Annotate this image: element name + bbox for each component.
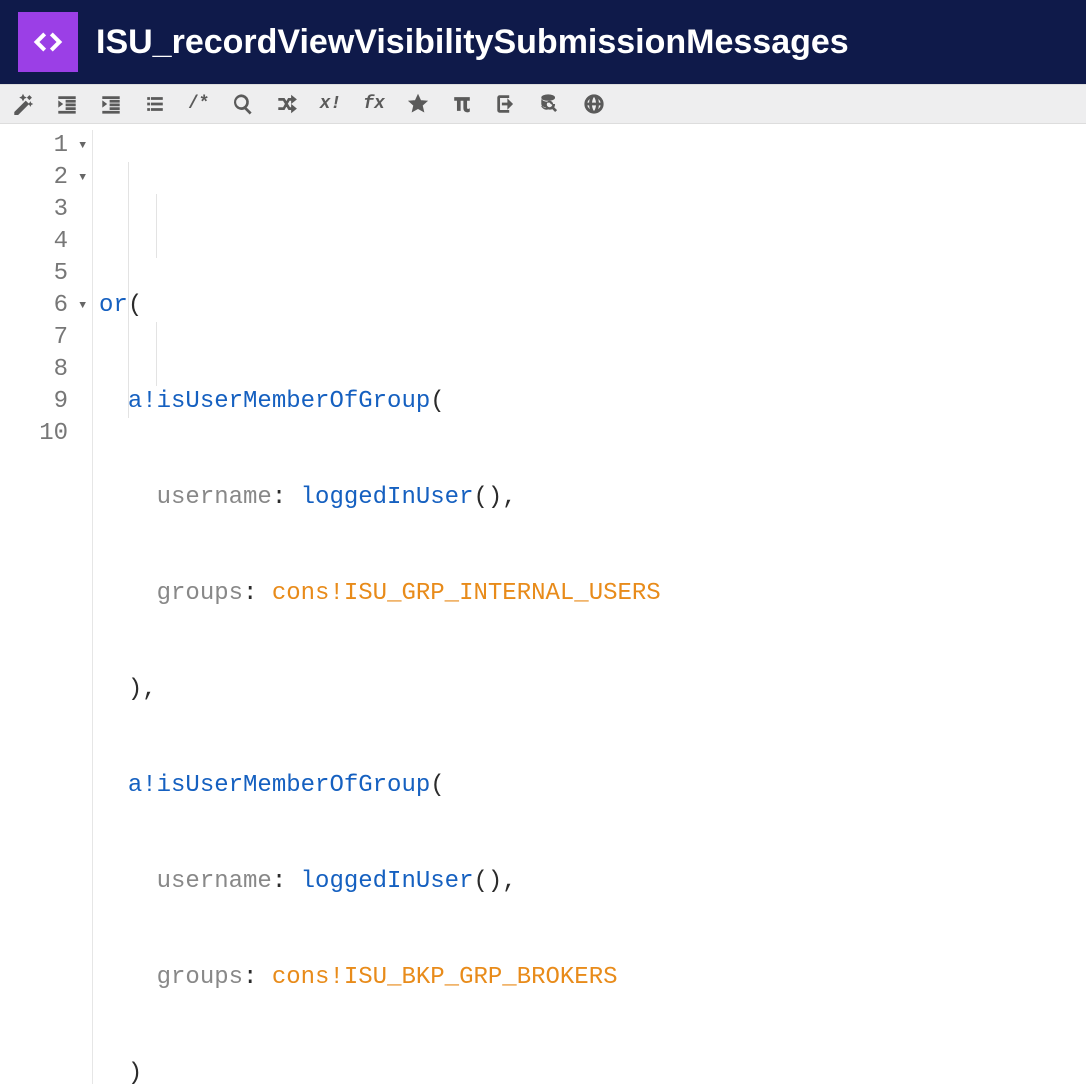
code-editor[interactable]: 1▼ 2▼ 3 4 5 6▼ 7 8 9 10 or( a!isUserMemb… (0, 124, 1086, 1084)
globe-icon[interactable] (581, 91, 607, 117)
comment-button[interactable]: /* (186, 91, 212, 117)
x-bang-button[interactable]: x! (318, 91, 344, 117)
page-title: ISU_recordViewVisibilitySubmissionMessag… (96, 23, 849, 62)
fold-marker-icon[interactable]: ▼ (79, 130, 86, 162)
line-number: 6▼ (0, 290, 68, 322)
database-search-icon[interactable] (537, 91, 563, 117)
magic-wand-icon[interactable] (10, 91, 36, 117)
header-bar: ISU_recordViewVisibilitySubmissionMessag… (0, 0, 1086, 84)
line-number: 10 (0, 418, 68, 450)
code-icon (18, 12, 78, 72)
line-number-gutter: 1▼ 2▼ 3 4 5 6▼ 7 8 9 10 (0, 130, 92, 1084)
code-content[interactable]: or( a!isUserMemberOfGroup( username: log… (92, 130, 661, 1084)
list-icon[interactable] (142, 91, 168, 117)
fx-button[interactable]: fx (361, 91, 387, 117)
line-number: 5 (0, 258, 68, 290)
fold-marker-icon[interactable]: ▼ (79, 290, 86, 322)
line-number: 8 (0, 354, 68, 386)
export-icon[interactable] (493, 91, 519, 117)
outdent-icon[interactable] (54, 91, 80, 117)
line-number: 3 (0, 194, 68, 226)
editor-toolbar: /* x! fx (0, 84, 1086, 124)
shuffle-icon[interactable] (274, 91, 300, 117)
line-number: 7 (0, 322, 68, 354)
line-number: 1▼ (0, 130, 68, 162)
line-number: 4 (0, 226, 68, 258)
line-number: 2▼ (0, 162, 68, 194)
indent-icon[interactable] (98, 91, 124, 117)
fold-marker-icon[interactable]: ▼ (79, 162, 86, 194)
pi-icon[interactable] (449, 91, 475, 117)
line-number: 9 (0, 386, 68, 418)
search-icon[interactable] (230, 91, 256, 117)
star-icon[interactable] (405, 91, 431, 117)
